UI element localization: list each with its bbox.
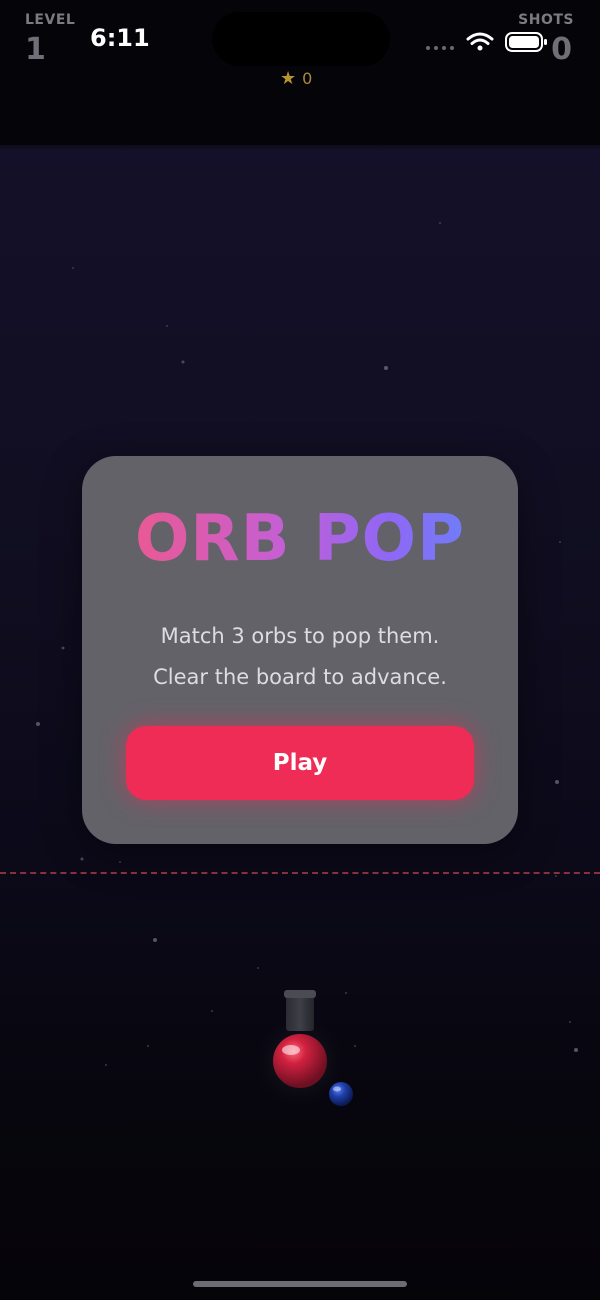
stars-value: 0 (302, 69, 313, 88)
stars-counter: ★ 0 (280, 68, 312, 89)
play-button[interactable]: Play (126, 726, 474, 800)
shots-label: SHOTS (518, 12, 574, 28)
wifi-icon (466, 32, 494, 51)
dynamic-island (212, 12, 390, 66)
next-orb (329, 1082, 353, 1106)
status-icons (426, 30, 550, 56)
instructions-line-1: Match 3 orbs to pop them. (160, 624, 440, 648)
cannon-barrel (284, 990, 316, 1031)
status-time: 6:11 (90, 24, 150, 52)
battery-icon (505, 32, 547, 52)
current-orb (273, 1034, 327, 1088)
danger-line (0, 872, 600, 874)
start-dialog: ORB POP Match 3 orbs to pop them. Clear … (82, 456, 518, 844)
game-screen: LEVEL 1 SHOTS 0 6:11 ★ 0 ORB POP Match 3… (0, 0, 600, 1300)
home-indicator[interactable] (193, 1281, 407, 1287)
instructions-line-2: Clear the board to advance. (153, 665, 447, 689)
shots-value: 0 (551, 32, 572, 67)
star-icon: ★ (280, 68, 297, 89)
game-title: ORB POP (82, 502, 518, 576)
orb-launcher[interactable] (250, 985, 370, 1115)
cellular-signal-icon (426, 46, 454, 50)
level-label: LEVEL (25, 12, 76, 28)
level-value: 1 (25, 32, 46, 67)
